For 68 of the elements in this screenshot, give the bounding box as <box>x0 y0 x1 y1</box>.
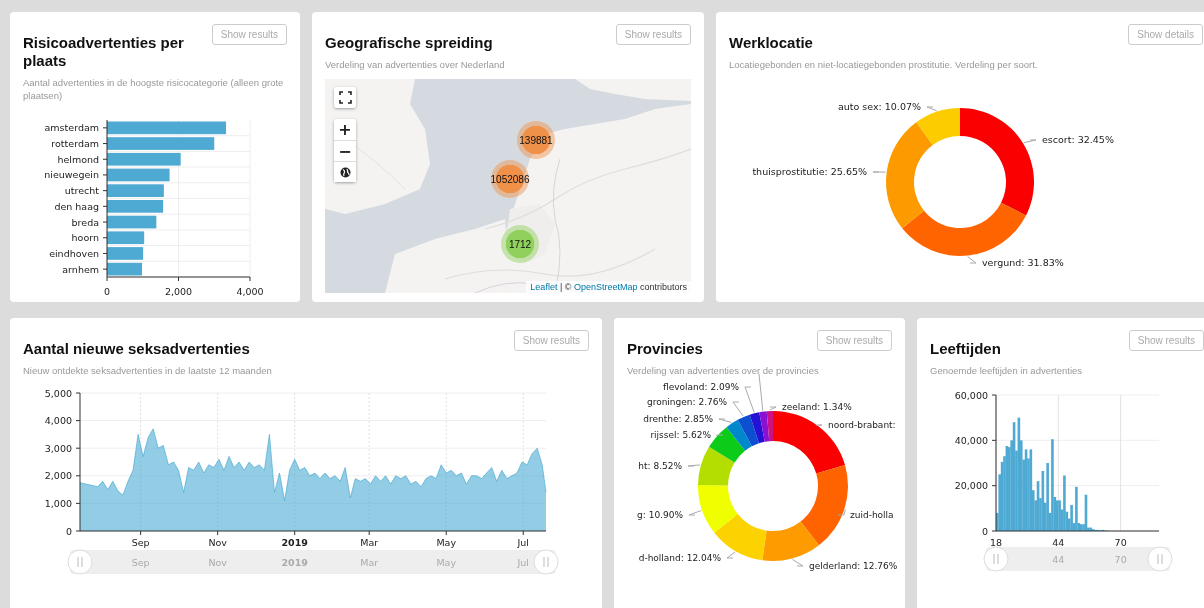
card-subtitle: Nieuw ontdekte seksadvertenties in de laatste 12 maanden <box>23 364 273 377</box>
slice-label: groningen: 2.76% <box>646 397 727 407</box>
tick-label: 60,000 <box>954 389 988 401</box>
slice-label: escort: 32.45% <box>1042 134 1114 145</box>
tick-label: Mar <box>360 537 379 548</box>
navigator-label: 2019 <box>281 557 308 568</box>
tick-label: helmond <box>57 153 99 165</box>
tick-label: den haag <box>54 200 99 212</box>
card-title: Aantal nieuwe seksadvertenties <box>23 340 250 358</box>
navigator-label: Mar <box>360 557 379 568</box>
tick-label: 0 <box>104 286 110 297</box>
tick-label: 70 <box>1114 537 1127 548</box>
tick-label: 0 <box>981 525 988 537</box>
tick-label: Jul <box>517 537 529 548</box>
card-subtitle: Verdeling van advertenties over de provincies <box>627 364 820 377</box>
tick-label: Nov <box>208 537 227 548</box>
tick-label: 40,000 <box>954 434 988 446</box>
tick-label: eindhoven <box>49 247 99 259</box>
slice-label: g: 10.90% <box>637 510 683 520</box>
card-title: Risicoadvertenties per plaats <box>23 34 185 70</box>
slice-label: drenthe: 2.85% <box>643 414 713 424</box>
tick-label: 0 <box>65 525 72 537</box>
tick-label: amsterdam <box>44 122 99 134</box>
card-title: Werklocatie <box>729 34 813 52</box>
slice-label: flevoland: 2.09% <box>663 382 739 392</box>
tick-label: hoorn <box>71 232 99 244</box>
map-attribution: Leaflet | © OpenStreetMap contributors <box>526 281 691 293</box>
tick-label: 1,000 <box>44 497 72 509</box>
card-title: Leeftijden <box>930 340 1001 358</box>
slice-label: d-holland: 12.04% <box>638 553 721 563</box>
card-title: Provincies <box>627 340 703 358</box>
navigator-label: 70 <box>1114 554 1127 565</box>
tick-label: nieuwegein <box>44 169 99 181</box>
slice-label: thuisprostitutie: 25.65% <box>752 166 867 177</box>
tick-label: 5,000 <box>44 387 72 399</box>
tick-label: arnhem <box>62 263 99 275</box>
navigator-label: May <box>436 557 457 568</box>
card-subtitle: Locatiegebonden en niet-locatiegebonden prostitutie. Verdeling per soort. <box>729 58 1039 71</box>
navigator-label: Jul <box>517 557 529 568</box>
tick-label: 18 <box>989 537 1003 548</box>
tick-label: 44 <box>1052 537 1065 548</box>
card-subtitle: Aantal advertenties in de hoogste risicocategorie (alleen grote plaatsen) <box>23 76 285 102</box>
tick-label: rotterdam <box>51 138 99 150</box>
navigator-label: Sep <box>131 557 150 568</box>
tick-label: May <box>436 537 457 548</box>
slice-label: vergund: 31.83% <box>982 257 1064 268</box>
tick-label: 20,000 <box>954 480 988 492</box>
tick-label: Sep <box>131 537 150 548</box>
slice-label: zuid-holla <box>850 510 894 520</box>
slice-label: rijssel: 5.62% <box>650 430 711 440</box>
slice-label: auto sex: 10.07% <box>837 101 921 112</box>
card-title: Geografische spreiding <box>325 34 493 52</box>
slice-label: zeeland: 1.34% <box>782 402 852 412</box>
tick-label: 4,000 <box>44 415 72 427</box>
slice-label: noord-brabant: <box>828 420 896 430</box>
tick-label: utrecht <box>64 185 99 197</box>
tick-label: 3,000 <box>44 442 72 454</box>
navigator-label: 44 <box>1052 554 1065 565</box>
card-subtitle: Genoemde leeftijden in advertenties <box>930 364 1084 377</box>
tick-label: 2019 <box>281 537 308 548</box>
navigator-label: Nov <box>208 557 227 568</box>
tick-label: 4,000 <box>236 286 264 297</box>
tick-label: breda <box>71 216 99 228</box>
tick-label: 2,000 <box>164 286 193 297</box>
slice-label: gelderland: 12.76% <box>809 561 898 571</box>
slice-label: ht: 8.52% <box>638 461 682 471</box>
card-subtitle: Verdeling van advertenties over Nederland <box>325 58 506 71</box>
tick-label: 2,000 <box>44 470 72 482</box>
